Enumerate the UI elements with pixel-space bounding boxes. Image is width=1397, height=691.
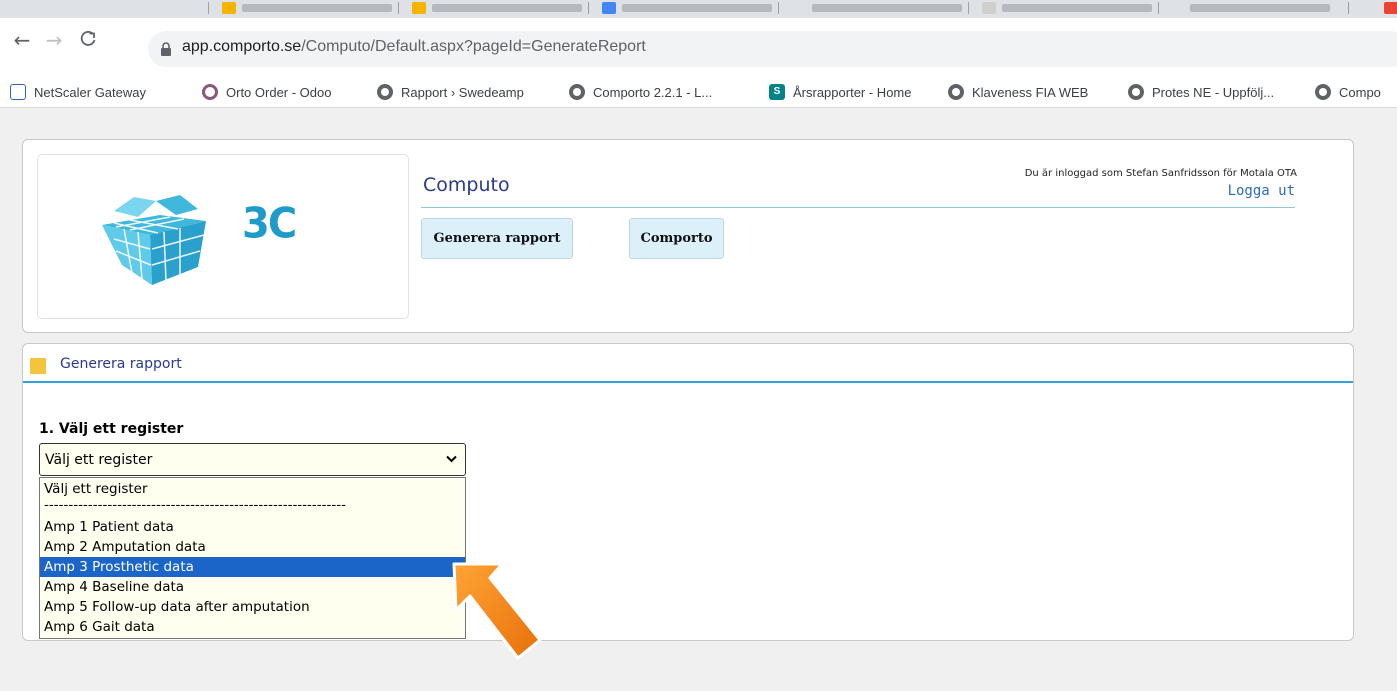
- tab-favicon[interactable]: [412, 2, 426, 14]
- step-label: 1. Välj ett register: [39, 421, 184, 437]
- logout-link[interactable]: Logga ut: [1228, 183, 1295, 199]
- sharepoint-icon: S: [769, 84, 785, 100]
- generate-report-button[interactable]: Generera rapport: [421, 218, 573, 259]
- bookmark-label: Årsrapporter - Home: [793, 84, 912, 100]
- panel-header: Generera rapport: [23, 344, 1353, 383]
- bookmark-rapport-swedeamp[interactable]: Rapport › Swedeamp: [377, 83, 524, 101]
- bookmark-orto-order[interactable]: Orto Order - Odoo: [202, 83, 331, 101]
- select-value: Välj ett register: [45, 452, 153, 468]
- tab-title[interactable]: [1002, 4, 1152, 12]
- globe-icon: [1315, 84, 1331, 100]
- tab-favicon[interactable]: [1384, 2, 1397, 14]
- tab-favicon[interactable]: [982, 2, 996, 14]
- orange-arrow-icon: [452, 562, 542, 660]
- dropdown-separator: ----------------------------------------…: [44, 499, 347, 513]
- logo-text: 3C: [242, 199, 297, 249]
- tab-separator: [398, 2, 399, 14]
- odoo-icon: [202, 84, 218, 100]
- globe-icon: [569, 84, 585, 100]
- reload-icon[interactable]: [76, 27, 100, 51]
- browser-toolbar: ← → app.comporto.se/Computo/Default.aspx…: [0, 18, 1397, 74]
- bookmark-compo[interactable]: Compo: [1315, 83, 1381, 101]
- report-panel: Generera rapport 1. Välj ett register Vä…: [22, 343, 1354, 641]
- tab-favicon[interactable]: [602, 2, 616, 14]
- netscaler-lock-icon: [10, 84, 26, 100]
- tab-separator: [1158, 2, 1159, 14]
- bookmark-netscaler[interactable]: NetScaler Gateway: [10, 83, 146, 101]
- bookmark-protes-ne[interactable]: Protes NE - Uppfölj...: [1128, 83, 1274, 101]
- register-select[interactable]: Välj ett register: [39, 443, 466, 476]
- url-host: app.comporto.se: [182, 38, 302, 55]
- globe-icon: [948, 84, 964, 100]
- login-info: Du är inloggad som Stefan Sanfridsson fö…: [1024, 168, 1297, 179]
- panel-title: Generera rapport: [60, 356, 182, 372]
- url-path: /Computo/Default.aspx?pageId=GenerateRep…: [301, 38, 646, 55]
- url-text[interactable]: app.comporto.se/Computo/Default.aspx?pag…: [182, 38, 646, 56]
- bookmark-label: Orto Order - Odoo: [226, 84, 332, 100]
- panel-square-icon: [30, 358, 46, 374]
- dropdown-option[interactable]: Amp 1 Patient data: [40, 517, 465, 537]
- dropdown-option[interactable]: Amp 2 Amputation data: [40, 537, 465, 557]
- tab-separator: [778, 2, 779, 14]
- bookmark-label: NetScaler Gateway: [34, 84, 146, 100]
- tab-title[interactable]: [242, 4, 392, 12]
- tab-separator: [208, 2, 209, 14]
- bookmark-label: Klaveness FIA WEB: [972, 84, 1089, 100]
- tab-separator: [968, 2, 969, 14]
- comporto-button[interactable]: Comporto: [629, 218, 724, 259]
- browser-tab-strip: [0, 0, 1397, 18]
- globe-icon: [377, 84, 393, 100]
- bookmark-label: Protes NE - Uppfölj...: [1152, 84, 1275, 100]
- bookmark-label: Rapport › Swedeamp: [401, 84, 524, 100]
- header-panel: 3C Computo Du är inloggad som Stefan San…: [22, 139, 1354, 333]
- bookmark-label: Comporto 2.2.1 - L...: [593, 84, 713, 100]
- chevron-down-icon: [446, 455, 457, 463]
- bookmarks-bar: NetScaler Gateway Orto Order - Odoo Rapp…: [0, 74, 1397, 108]
- page-content: 3C Computo Du är inloggad som Stefan San…: [0, 108, 1397, 691]
- lock-icon[interactable]: [160, 42, 172, 56]
- dropdown-option[interactable]: Amp 4 Baseline data: [40, 577, 465, 597]
- tab-favicon[interactable]: [222, 2, 236, 14]
- cube-logo-icon: [102, 195, 206, 285]
- forward-arrow-icon[interactable]: →: [42, 28, 66, 52]
- globe-icon: [1128, 84, 1144, 100]
- logo-box: 3C: [37, 154, 409, 319]
- bookmark-arsrapporter[interactable]: S Årsrapporter - Home: [769, 83, 911, 101]
- tab-title[interactable]: [812, 4, 962, 12]
- tab-separator: [1348, 2, 1349, 14]
- tab-title[interactable]: [432, 4, 582, 12]
- bookmark-klaveness[interactable]: Klaveness FIA WEB: [948, 83, 1088, 101]
- tab-separator: [588, 2, 589, 14]
- bookmark-comporto[interactable]: Comporto 2.2.1 - L...: [569, 83, 712, 101]
- back-arrow-icon[interactable]: ←: [10, 28, 34, 52]
- bookmark-label: Compo: [1339, 84, 1381, 100]
- dropdown-option[interactable]: Amp 5 Follow-up data after amputation: [40, 597, 465, 617]
- register-dropdown-list[interactable]: Välj ett register ----------------------…: [39, 477, 466, 639]
- tab-title[interactable]: [622, 4, 772, 12]
- dropdown-option[interactable]: Amp 6 Gait data: [40, 617, 465, 637]
- dropdown-option-highlighted[interactable]: Amp 3 Prosthetic data: [40, 557, 465, 577]
- dropdown-option[interactable]: Välj ett register: [40, 479, 465, 499]
- tab-title[interactable]: [1190, 4, 1330, 12]
- app-title: Computo: [423, 174, 510, 196]
- title-divider: [421, 207, 1295, 208]
